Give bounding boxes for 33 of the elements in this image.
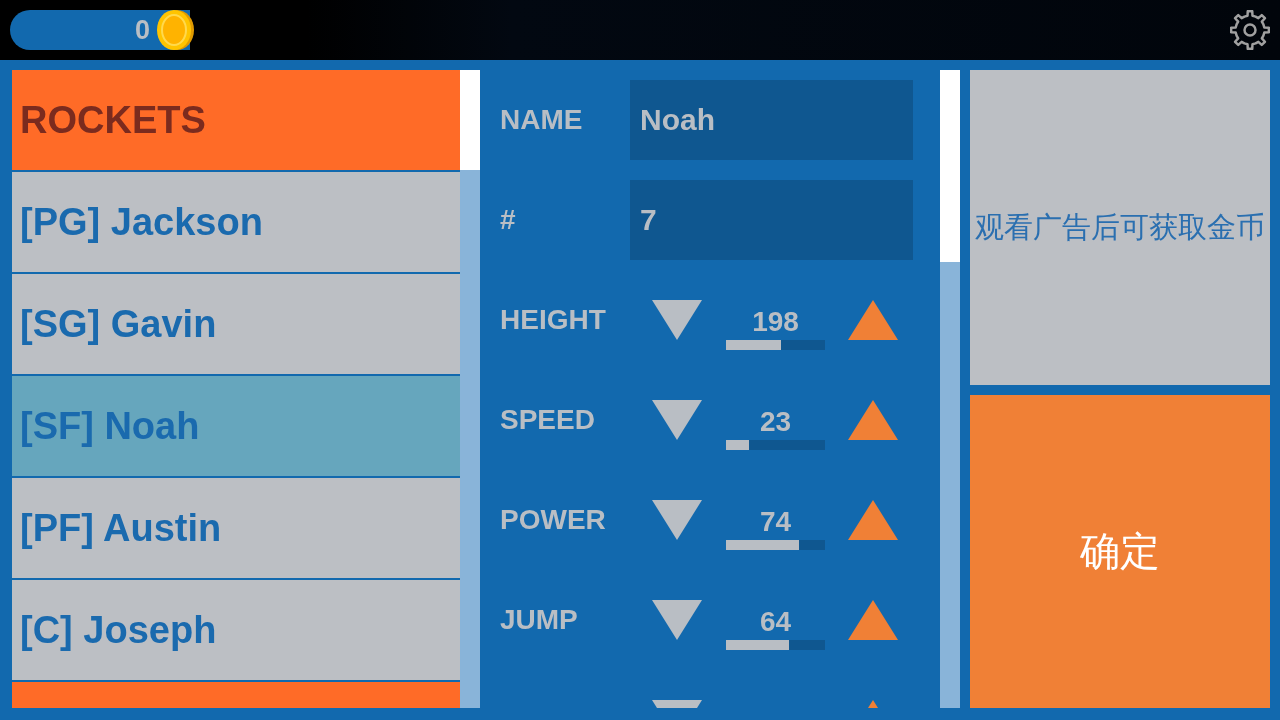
player-item[interactable]: [C] Joseph (12, 580, 460, 680)
coin-icon (155, 9, 195, 51)
player-item[interactable]: [PF] Austin (12, 478, 460, 578)
stat-value: 198 (752, 306, 799, 338)
text-input[interactable]: 7 (630, 180, 913, 260)
triangle-up-icon[interactable] (848, 400, 898, 440)
triangle-down-icon[interactable] (652, 600, 702, 640)
player-item[interactable]: [SF] Noah (12, 376, 460, 476)
stat-label: JUMP (499, 604, 579, 636)
triangle-up-icon[interactable] (848, 500, 898, 540)
scrollbar-thumb[interactable] (940, 70, 960, 262)
text-input[interactable]: Noah (630, 80, 913, 160)
stat-value: 23 (759, 406, 792, 438)
triangle-up-icon[interactable] (848, 600, 898, 640)
stat-label: POWER (499, 504, 607, 536)
player-item[interactable]: [SG] Gavin (12, 274, 460, 374)
stat-label: HEIGHT (499, 304, 607, 336)
scrollbar-thumb[interactable] (460, 70, 480, 170)
stat-value: 64 (759, 606, 792, 638)
triangle-down-icon[interactable] (652, 400, 702, 440)
team-header[interactable]: ROCKETS (12, 70, 460, 170)
coin-count: 0 (134, 14, 150, 46)
watch-ad-button[interactable]: 观看广告后可获取金币 (970, 70, 1270, 385)
triangle-down-icon[interactable] (652, 500, 702, 540)
settings-icon[interactable] (1230, 10, 1270, 50)
triangle-down-icon[interactable] (652, 300, 702, 340)
stat-value: 74 (759, 506, 792, 538)
confirm-button[interactable]: 确定 (970, 395, 1270, 708)
field-label: NAME (499, 104, 584, 136)
triangle-up-icon[interactable] (848, 300, 898, 340)
field-label: # (499, 204, 517, 236)
player-item[interactable]: [PG] Jackson (12, 172, 460, 272)
stat-label: SPEED (499, 404, 596, 436)
